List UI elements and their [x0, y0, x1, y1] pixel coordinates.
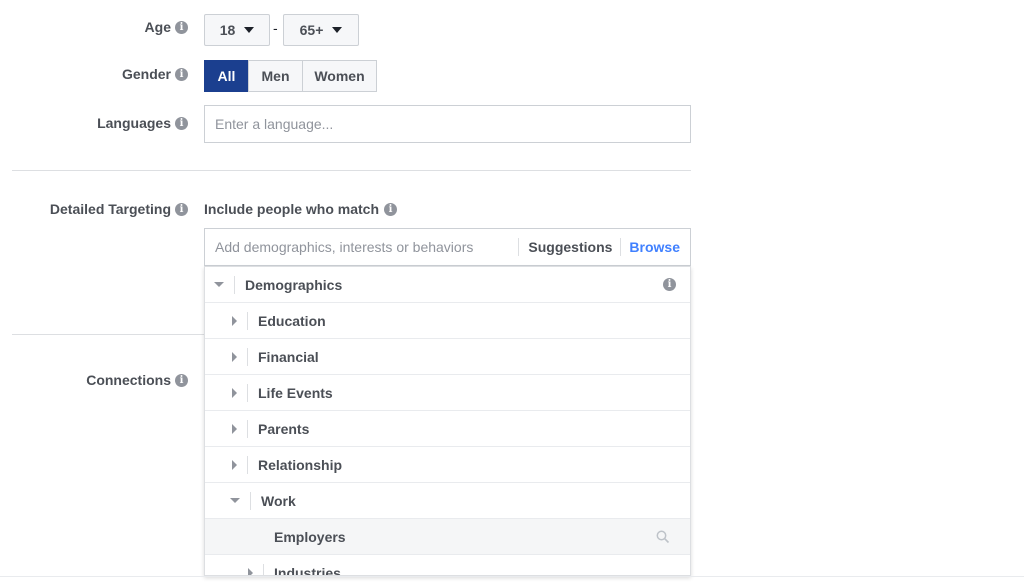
section-divider — [12, 170, 691, 171]
info-icon[interactable]: i — [384, 202, 398, 216]
languages-input[interactable]: Enter a language... — [204, 105, 691, 143]
info-icon[interactable]: i — [175, 202, 188, 216]
caret-right-icon — [248, 567, 253, 575]
tree-item-relationship[interactable]: Relationship — [205, 447, 690, 483]
tree-item-parents[interactable]: Parents — [205, 411, 690, 447]
browse-button[interactable]: Browse — [629, 239, 680, 255]
detailed-targeting-label: Detailed Targeting i — [50, 201, 188, 217]
languages-label: Languages i — [97, 115, 188, 131]
tree-item-employers[interactable]: Employers — [205, 519, 690, 555]
tree-item-demographics[interactable]: Demographics i — [205, 267, 690, 303]
caret-right-icon — [232, 423, 237, 434]
info-icon[interactable]: i — [175, 67, 188, 81]
gender-label: Gender i — [122, 66, 188, 82]
include-people-label: Include people who match i — [204, 201, 398, 217]
age-max-dropdown[interactable]: 65+ — [283, 14, 359, 46]
caret-right-icon — [232, 351, 237, 362]
connections-label: Connections i — [86, 372, 188, 388]
caret-right-icon — [232, 387, 237, 398]
age-min-dropdown[interactable]: 18 — [204, 14, 270, 46]
divider — [263, 563, 264, 575]
page-bottom-divider — [0, 576, 1024, 577]
divider — [620, 238, 622, 256]
divider — [247, 311, 248, 330]
divider — [518, 238, 520, 256]
tree-item-work[interactable]: Work — [205, 483, 690, 519]
search-icon[interactable] — [656, 530, 670, 544]
gender-men-button[interactable]: Men — [248, 60, 303, 92]
divider — [250, 491, 251, 510]
suggestions-button[interactable]: Suggestions — [528, 239, 612, 255]
tree-item-education[interactable]: Education — [205, 303, 690, 339]
divider — [247, 419, 248, 438]
gender-selector: All Men Women — [204, 60, 377, 92]
gender-all-button[interactable]: All — [204, 60, 249, 92]
info-icon[interactable]: i — [175, 373, 188, 387]
info-icon[interactable]: i — [175, 20, 188, 34]
browse-dropdown: Demographics i Education Financial Life … — [204, 266, 691, 576]
caret-down-icon — [230, 498, 240, 503]
caret-down-icon — [332, 27, 343, 33]
age-label: Age i — [145, 19, 188, 35]
age-separator: - — [273, 20, 278, 36]
divider — [247, 383, 248, 402]
gender-women-button[interactable]: Women — [302, 60, 377, 92]
divider — [247, 347, 248, 366]
section-divider — [12, 334, 204, 335]
caret-down-icon — [214, 282, 224, 287]
tree-item-life-events[interactable]: Life Events — [205, 375, 690, 411]
caret-right-icon — [232, 315, 237, 326]
caret-down-icon — [244, 27, 255, 33]
divider — [234, 275, 235, 294]
caret-right-icon — [232, 459, 237, 470]
info-icon[interactable]: i — [175, 116, 188, 130]
info-icon[interactable]: i — [663, 278, 676, 291]
tree-item-financial[interactable]: Financial — [205, 339, 690, 375]
detailed-targeting-input[interactable]: Add demographics, interests or behaviors… — [204, 228, 691, 266]
targeting-actions: Suggestions Browse — [518, 238, 680, 256]
divider — [247, 455, 248, 474]
tree-item-industries[interactable]: Industries — [205, 555, 690, 575]
